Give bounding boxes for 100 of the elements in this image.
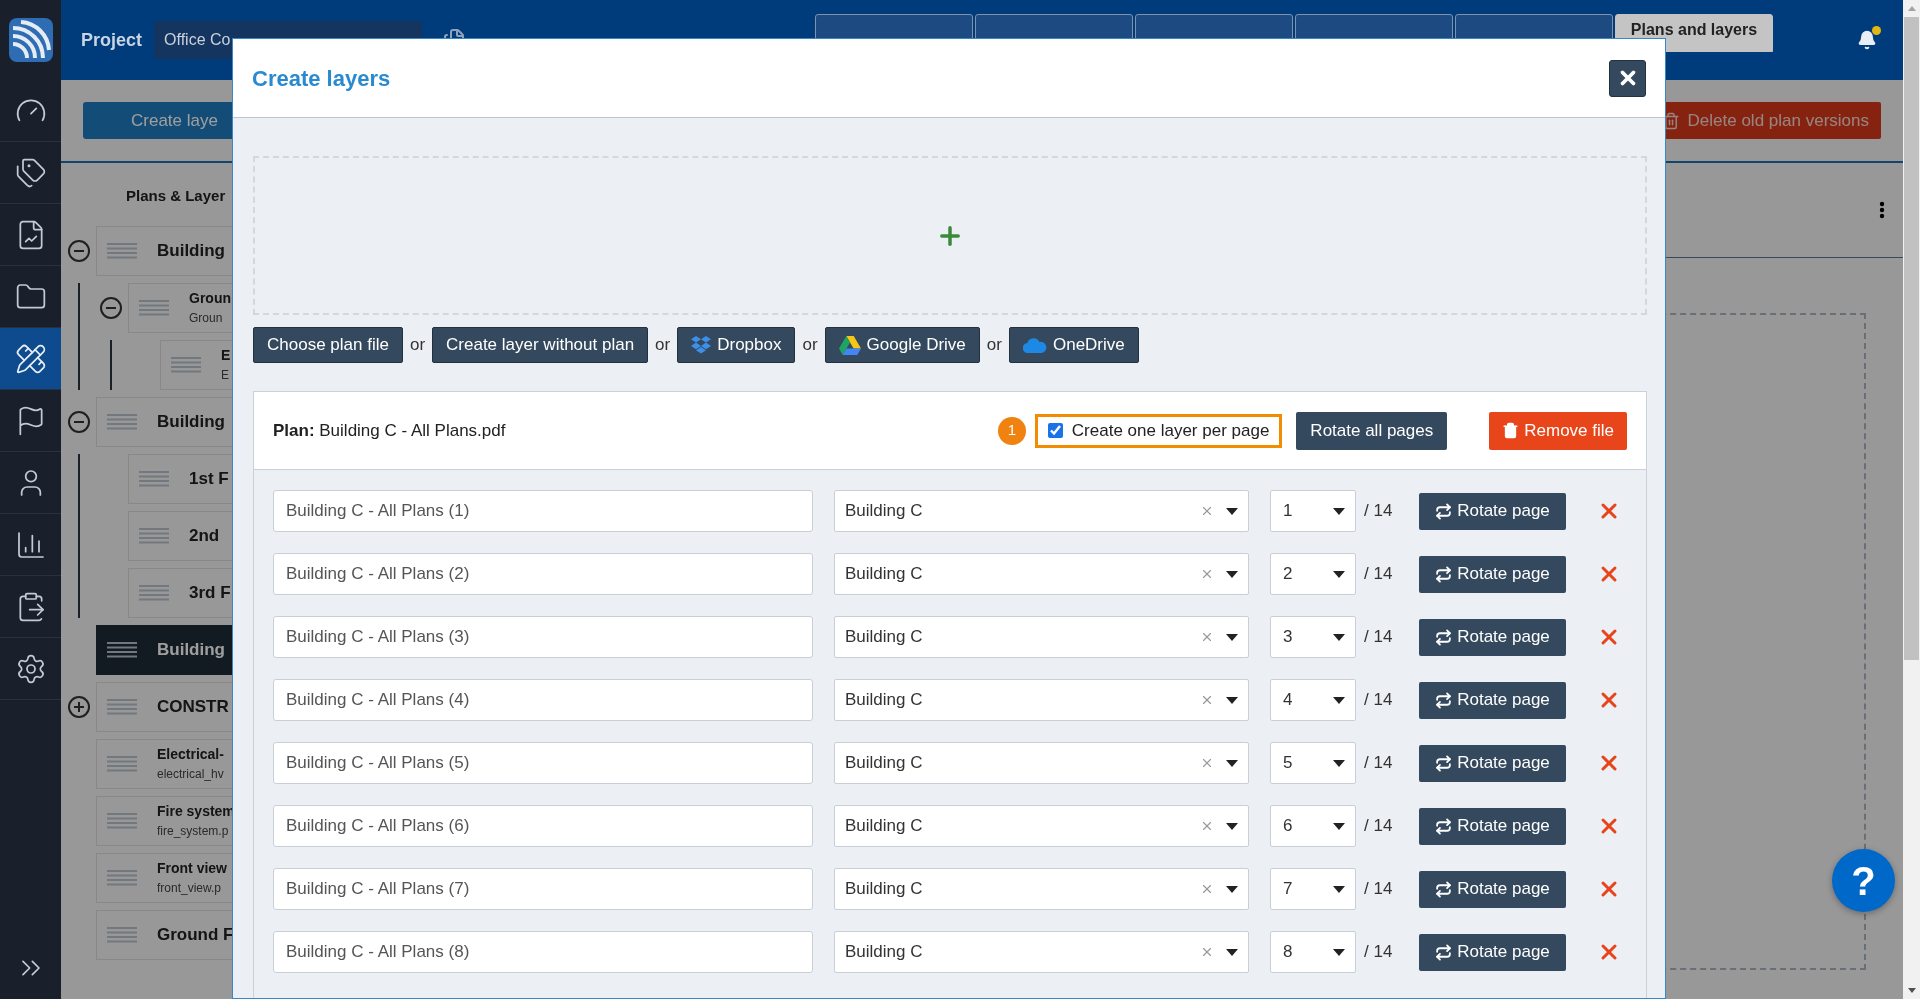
layer-name-field[interactable]: Building C - All Plans (8) <box>273 931 813 973</box>
caret-icon <box>1226 948 1238 956</box>
item-filename: front_view.p <box>157 880 223 897</box>
layer-name-field[interactable]: Building C - All Plans (6) <box>273 805 813 847</box>
rotate-page-button[interactable]: Rotate page <box>1419 555 1566 593</box>
page-select[interactable]: 2 <box>1270 553 1356 595</box>
caret-icon <box>1226 570 1238 578</box>
clear-icon[interactable] <box>1200 882 1214 896</box>
or-separator: or <box>986 334 1002 357</box>
drag-handle-icon[interactable] <box>107 755 137 772</box>
page-count: / 14 <box>1364 500 1394 523</box>
clear-icon[interactable] <box>1200 693 1214 707</box>
layer-name-field[interactable]: Building C - All Plans (7) <box>273 868 813 910</box>
drag-handle-icon[interactable] <box>107 242 137 259</box>
more-options-icon[interactable] <box>1879 201 1885 219</box>
remove-file-button[interactable]: Remove file <box>1489 411 1627 450</box>
layer-name-field[interactable]: Building C - All Plans (3) <box>273 616 813 658</box>
caret-icon <box>1333 696 1345 704</box>
item-title: Electrical- <box>157 745 224 764</box>
rotate-icon <box>1435 691 1453 709</box>
nav-item[interactable] <box>0 328 61 390</box>
drag-handle-icon[interactable] <box>139 299 169 316</box>
item-title: 3rd F <box>189 581 231 604</box>
rotate-page-button[interactable]: Rotate page <box>1419 492 1566 530</box>
rotate-page-button[interactable]: Rotate page <box>1419 933 1566 971</box>
layer-group-select[interactable]: Building C <box>834 868 1249 910</box>
drag-handle-icon[interactable] <box>107 869 137 886</box>
page-select[interactable]: 5 <box>1270 742 1356 784</box>
page-select[interactable]: 4 <box>1270 679 1356 721</box>
rotate-icon <box>1435 943 1453 961</box>
clear-icon[interactable] <box>1200 630 1214 644</box>
dialog-title: Create layers <box>252 64 391 93</box>
page-count: / 14 <box>1364 563 1394 586</box>
trash-icon <box>1502 422 1520 439</box>
or-separator: or <box>802 334 818 357</box>
caret-icon <box>1333 759 1345 767</box>
clear-icon[interactable] <box>1200 819 1214 833</box>
rotate-page-button[interactable]: Rotate page <box>1419 807 1566 845</box>
page-select[interactable]: 6 <box>1270 805 1356 847</box>
layer-group-select[interactable]: Building C <box>834 553 1249 595</box>
collapse-icon[interactable] <box>68 239 90 262</box>
rotate-page-button[interactable]: Rotate page <box>1419 618 1566 656</box>
step-badge: 1 <box>997 416 1026 445</box>
clear-icon[interactable] <box>1200 945 1214 959</box>
drag-handle-icon[interactable] <box>139 470 169 487</box>
layer-group-select[interactable]: Building C <box>834 931 1249 973</box>
or-separator: or <box>655 334 671 357</box>
layer-group-select[interactable]: Building C <box>834 490 1249 532</box>
layer-group-select[interactable]: Building C <box>834 616 1249 658</box>
layer-name-field[interactable]: Building C - All Plans (4) <box>273 679 813 721</box>
caret-icon <box>1333 822 1345 830</box>
notification-bell-icon[interactable] <box>1857 30 1877 50</box>
drag-handle-icon[interactable] <box>139 527 169 544</box>
drag-handle-icon[interactable] <box>107 413 137 430</box>
page-select[interactable]: 3 <box>1270 616 1356 658</box>
layer-group-select[interactable]: Building C <box>834 679 1249 721</box>
drag-handle-icon[interactable] <box>171 356 201 373</box>
rotate-icon <box>1435 817 1453 835</box>
rotate-all-button[interactable]: Rotate all pages <box>1296 411 1448 450</box>
drag-handle-icon[interactable] <box>139 584 169 601</box>
panel-title: Plans & Layer <box>126 186 227 206</box>
layer-group-select[interactable]: Building C <box>834 805 1249 847</box>
scrollbar[interactable] <box>1903 0 1920 999</box>
page-select[interactable]: 8 <box>1270 931 1356 973</box>
drive-triangle-icon <box>838 335 861 355</box>
layer-group-select[interactable]: Building C <box>834 742 1249 784</box>
clear-icon[interactable] <box>1200 756 1214 770</box>
expand-icon[interactable] <box>68 695 90 718</box>
logo-icon <box>8 18 53 62</box>
clear-icon[interactable] <box>1200 567 1214 581</box>
drag-handle-icon[interactable] <box>107 641 137 658</box>
source-button[interactable]: Choose plan file <box>253 327 403 363</box>
rotate-page-button[interactable]: Rotate page <box>1419 870 1566 908</box>
checkbox[interactable] <box>1047 423 1063 438</box>
rotate-page-button[interactable]: Rotate page <box>1419 744 1566 782</box>
project-label: Project <box>81 28 143 52</box>
drag-handle-icon[interactable] <box>107 698 137 715</box>
one-layer-per-page-checkbox[interactable]: Create one layer per page <box>1034 413 1283 448</box>
page-select[interactable]: 1 <box>1270 490 1356 532</box>
layer-name-field[interactable]: Building C - All Plans (5) <box>273 742 813 784</box>
item-title: CONSTR <box>157 695 229 718</box>
collapse-icon[interactable] <box>68 410 90 433</box>
item-title: 1st F <box>189 467 229 490</box>
source-button[interactable]: Google Drive <box>824 327 980 363</box>
layer-name-field[interactable]: Building C - All Plans (2) <box>273 553 813 595</box>
help-button[interactable]: ? <box>1832 849 1895 912</box>
close-button[interactable] <box>1609 59 1646 97</box>
collapse-icon[interactable] <box>100 296 122 319</box>
drag-handle-icon[interactable] <box>107 926 137 943</box>
rotate-page-button[interactable]: Rotate page <box>1419 681 1566 719</box>
source-button[interactable]: Dropbox <box>677 327 796 363</box>
drag-handle-icon[interactable] <box>107 812 137 829</box>
layer-name-field[interactable]: Building C - All Plans (1) <box>273 490 813 532</box>
clear-icon[interactable] <box>1200 504 1214 518</box>
source-button[interactable]: OneDrive <box>1008 327 1139 363</box>
page-select[interactable]: 7 <box>1270 868 1356 910</box>
source-button[interactable]: Create layer without plan <box>432 327 649 363</box>
page-count: / 14 <box>1364 941 1394 964</box>
caret-icon <box>1333 885 1345 893</box>
caret-icon <box>1226 633 1238 641</box>
